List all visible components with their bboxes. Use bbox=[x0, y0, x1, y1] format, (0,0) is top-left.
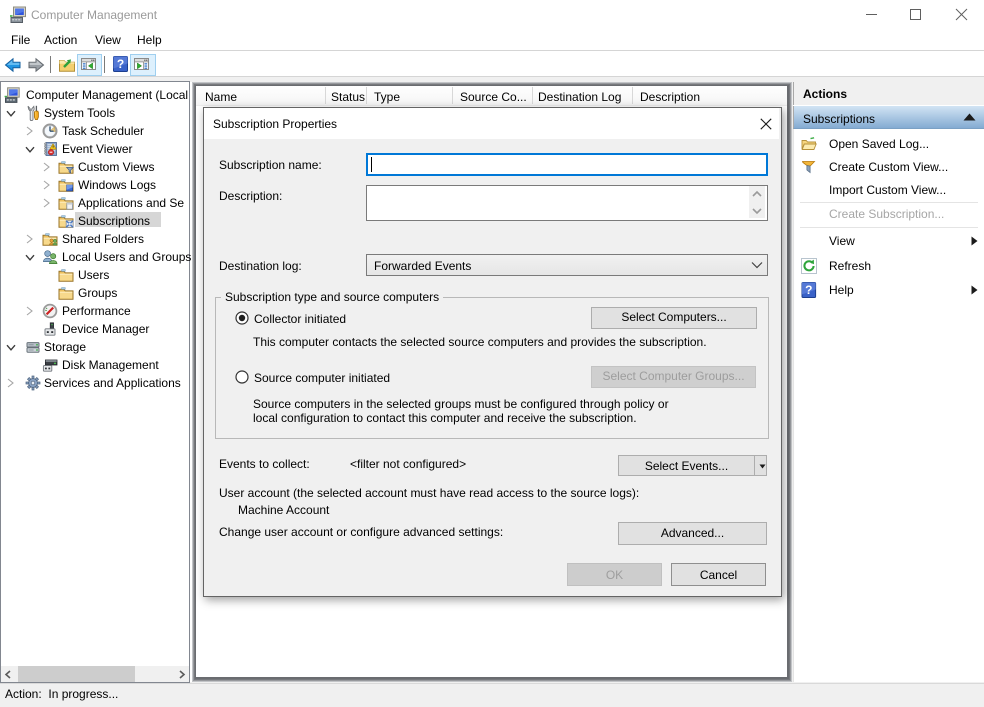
svg-text:?: ? bbox=[117, 57, 124, 71]
svg-text:?: ? bbox=[805, 283, 812, 297]
